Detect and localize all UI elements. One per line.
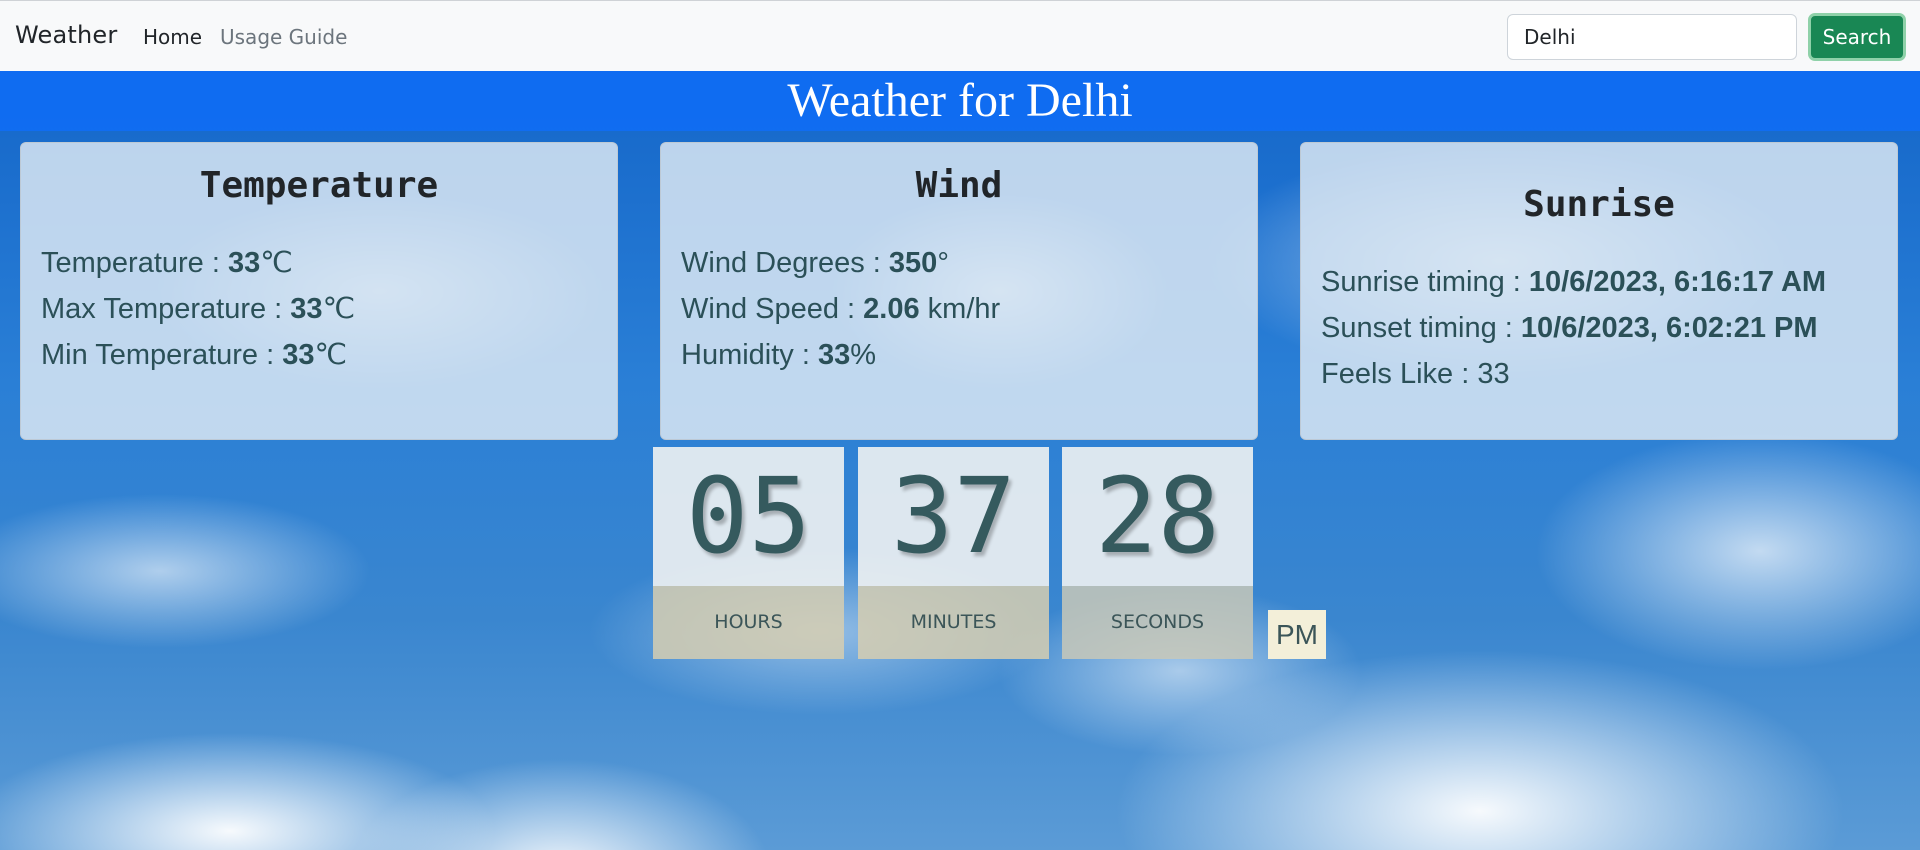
humidity-row: Humidity : 33%: [681, 332, 1000, 378]
clock-seconds-label: SECONDS: [1062, 586, 1253, 659]
sunrise-timing-row: Sunrise timing : 10/6/2023, 6:16:17 AM: [1321, 259, 1826, 305]
sunset-timing-row: Sunset timing : 10/6/2023, 6:02:21 PM: [1321, 305, 1826, 351]
max-temperature-row: Max Temperature : 33℃: [41, 286, 355, 332]
page-title: Weather for Delhi: [787, 74, 1133, 127]
row-unit: %: [850, 339, 877, 371]
row-label: Max Temperature :: [41, 293, 291, 325]
row-label: Feels Like :: [1321, 358, 1478, 390]
row-label: Sunset timing :: [1321, 312, 1521, 344]
temperature-card: Temperature Temperature : 33℃ Max Temper…: [20, 142, 618, 440]
feels-like-row: Feels Like : 33: [1321, 351, 1826, 397]
clock-minutes-value: 37: [858, 447, 1049, 586]
clock-hours-label: HOURS: [653, 586, 844, 659]
row-value: 10/6/2023, 6:16:17 AM: [1528, 266, 1827, 298]
wind-card: Wind Wind Degrees : 350° Wind Speed : 2.…: [660, 142, 1258, 440]
row-value: 33: [817, 339, 851, 371]
sunrise-card: Sunrise Sunrise timing : 10/6/2023, 6:16…: [1300, 142, 1898, 440]
navbar: Weather Home Usage Guide Search: [0, 0, 1920, 71]
row-value: 10/6/2023, 6:02:21 PM: [1520, 312, 1818, 344]
clock-hours-value: 05: [653, 447, 844, 586]
row-label: Sunrise timing :: [1321, 266, 1529, 298]
row-value: 350: [888, 247, 938, 279]
row-value: 33: [282, 339, 315, 371]
row-label: Wind Degrees :: [681, 247, 889, 279]
clock-seconds-value: 28: [1062, 447, 1253, 586]
row-unit: ℃: [260, 247, 293, 279]
row-unit: ℃: [322, 293, 356, 325]
row-value: 33: [290, 293, 323, 325]
card-title: Temperature: [199, 165, 439, 206]
card-title: Wind: [915, 165, 1003, 206]
temperature-row: Temperature : 33℃: [41, 240, 355, 286]
row-unit: °: [937, 247, 949, 279]
search-button[interactable]: Search: [1808, 13, 1906, 61]
row-unit: km/hr: [919, 293, 1001, 325]
row-label: Temperature :: [41, 247, 228, 279]
wind-degrees-row: Wind Degrees : 350°: [681, 240, 1000, 286]
row-value: 33: [1477, 358, 1510, 390]
card-title: Sunrise: [1523, 184, 1675, 225]
clock-minutes-label: MINUTES: [858, 586, 1049, 659]
clock-period: PM: [1268, 610, 1326, 659]
clock-hours: 05 HOURS: [653, 447, 844, 659]
search-input[interactable]: [1507, 14, 1797, 60]
nav-link-usage-guide[interactable]: Usage Guide: [220, 25, 347, 49]
wind-speed-row: Wind Speed : 2.06 km/hr: [681, 286, 1000, 332]
row-value: 2.06: [863, 293, 920, 325]
clock-minutes: 37 MINUTES: [858, 447, 1049, 659]
clock-seconds: 28 SECONDS: [1062, 447, 1253, 659]
row-unit: ℃: [314, 339, 348, 371]
row-label: Wind Speed :: [681, 293, 864, 325]
min-temperature-row: Min Temperature : 33℃: [41, 332, 355, 378]
row-label: Min Temperature :: [41, 339, 283, 371]
navbar-brand[interactable]: Weather: [15, 21, 117, 49]
row-value: 33: [227, 247, 261, 279]
nav-link-home[interactable]: Home: [143, 25, 202, 49]
row-label: Humidity :: [681, 339, 818, 371]
